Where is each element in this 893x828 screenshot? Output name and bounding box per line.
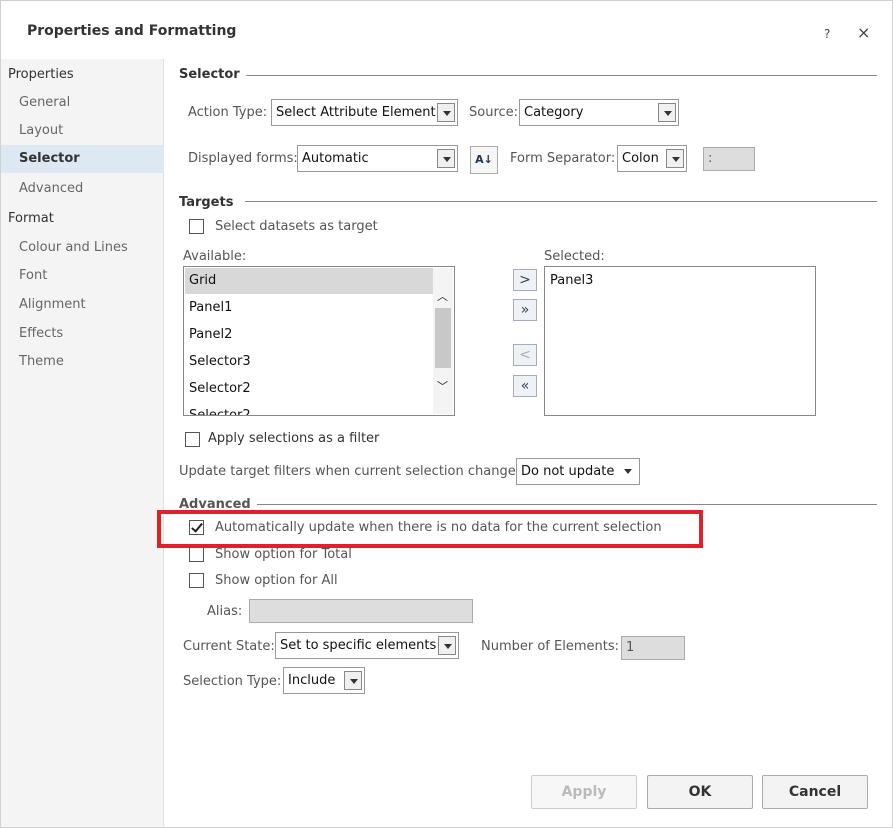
- selector-section-header: Selector: [179, 67, 246, 82]
- scroll-up-icon[interactable]: ︿: [437, 288, 448, 304]
- separator-preview-field: :: [703, 147, 755, 171]
- current-state-value: Set to specific elements: [280, 638, 437, 653]
- move-all-right-button[interactable]: »: [513, 299, 537, 321]
- form-separator-label: Form Separator:: [510, 151, 616, 166]
- chevron-down-icon: [437, 149, 455, 168]
- move-left-button[interactable]: <: [513, 344, 537, 366]
- sidebar-item-alignment[interactable]: Alignment: [1, 291, 164, 319]
- list-item[interactable]: Grid: [185, 268, 433, 294]
- list-item[interactable]: Panel2: [185, 322, 433, 348]
- form-separator-value: Colon: [622, 151, 659, 166]
- selected-listbox[interactable]: Panel3: [544, 266, 816, 416]
- sidebar-item-advanced[interactable]: Advanced: [1, 175, 164, 203]
- chevron-down-icon: [619, 462, 637, 481]
- available-label: Available:: [183, 249, 247, 264]
- list-item[interactable]: Panel3: [546, 268, 806, 294]
- sidebar-item-effects[interactable]: Effects: [1, 320, 164, 348]
- properties-dialog: Properties and Formatting ? × Properties…: [0, 0, 893, 828]
- help-icon[interactable]: ?: [824, 27, 830, 41]
- form-separator-dropdown[interactable]: Colon: [617, 145, 687, 172]
- sidebar-item-selector[interactable]: Selector: [1, 145, 164, 173]
- sidebar-item-font[interactable]: Font: [1, 262, 164, 290]
- dialog-title: Properties and Formatting: [27, 23, 237, 39]
- targets-section-header: Targets: [179, 195, 240, 210]
- move-right-button[interactable]: >: [513, 269, 537, 291]
- chevron-down-icon: [666, 149, 684, 168]
- selection-type-label: Selection Type:: [183, 674, 282, 689]
- selection-type-dropdown[interactable]: Include: [283, 667, 365, 694]
- apply-filter-label: Apply selections as a filter: [208, 431, 380, 446]
- section-divider: [245, 75, 877, 76]
- select-datasets-checkbox[interactable]: [189, 219, 204, 234]
- action-type-label: Action Type:: [188, 105, 268, 120]
- sidebar-section-properties[interactable]: Properties: [8, 67, 74, 82]
- apply-filter-checkbox[interactable]: [185, 432, 200, 447]
- selection-type-value: Include: [288, 673, 336, 688]
- available-listbox[interactable]: Grid Panel1 Panel2 Selector3 Selector2 S…: [183, 266, 455, 416]
- sort-az-icon[interactable]: A↓: [470, 146, 498, 174]
- update-filters-label: Update target filters when current selec…: [179, 464, 527, 479]
- sidebar-section-format[interactable]: Format: [8, 211, 54, 226]
- sidebar: Properties General Layout Selector Advan…: [1, 59, 164, 827]
- alias-label: Alias:: [207, 604, 243, 619]
- show-all-checkbox[interactable]: [189, 573, 204, 588]
- current-state-label: Current State:: [183, 639, 275, 654]
- list-item[interactable]: Selector2: [185, 376, 433, 402]
- available-scrollbar[interactable]: ︿ ﹀: [433, 268, 453, 414]
- chevron-down-icon: [658, 103, 676, 122]
- main-panel: Selector Action Type: Select Attribute E…: [165, 59, 892, 827]
- chevron-down-icon: [438, 636, 456, 655]
- sidebar-item-theme[interactable]: Theme: [1, 348, 164, 376]
- current-state-dropdown[interactable]: Set to specific elements: [275, 632, 459, 659]
- apply-button[interactable]: Apply: [531, 775, 637, 809]
- selected-label: Selected:: [544, 249, 605, 264]
- update-filters-dropdown[interactable]: Do not update: [516, 458, 640, 485]
- displayed-forms-value: Automatic: [302, 151, 369, 166]
- displayed-forms-dropdown[interactable]: Automatic: [297, 145, 458, 172]
- show-all-label: Show option for All: [215, 573, 338, 588]
- show-total-checkbox[interactable]: [189, 547, 204, 562]
- section-divider: [255, 504, 877, 505]
- close-icon[interactable]: ×: [857, 23, 870, 42]
- update-filters-value: Do not update: [521, 464, 615, 479]
- cancel-button[interactable]: Cancel: [762, 775, 868, 809]
- section-divider: [245, 201, 877, 202]
- num-elements-field[interactable]: 1: [621, 636, 685, 660]
- highlight-annotation: [157, 510, 703, 548]
- action-type-dropdown[interactable]: Select Attribute Element: [271, 99, 458, 126]
- list-item[interactable]: Panel1: [185, 295, 433, 321]
- show-total-label: Show option for Total: [215, 547, 352, 562]
- sidebar-item-layout[interactable]: Layout: [1, 117, 164, 145]
- action-type-value: Select Attribute Element: [276, 105, 436, 120]
- chevron-down-icon: [437, 103, 455, 122]
- source-label: Source:: [469, 105, 519, 120]
- sidebar-item-colour-and-lines[interactable]: Colour and Lines: [1, 234, 164, 262]
- list-item[interactable]: Selector2: [185, 403, 433, 415]
- num-elements-label: Number of Elements:: [481, 639, 619, 654]
- source-dropdown[interactable]: Category: [519, 99, 679, 126]
- source-value: Category: [524, 105, 584, 120]
- scroll-down-icon[interactable]: ﹀: [437, 378, 448, 394]
- displayed-forms-label: Displayed forms:: [188, 151, 298, 166]
- scroll-thumb[interactable]: [435, 308, 451, 368]
- move-all-left-button[interactable]: «: [513, 375, 537, 397]
- list-item[interactable]: Selector3: [185, 349, 433, 375]
- alias-field[interactable]: [249, 599, 473, 623]
- chevron-down-icon: [344, 671, 362, 690]
- ok-button[interactable]: OK: [647, 775, 753, 809]
- title-bar: Properties and Formatting ? ×: [1, 1, 892, 59]
- sidebar-item-general[interactable]: General: [1, 89, 164, 117]
- select-datasets-label: Select datasets as target: [215, 219, 378, 234]
